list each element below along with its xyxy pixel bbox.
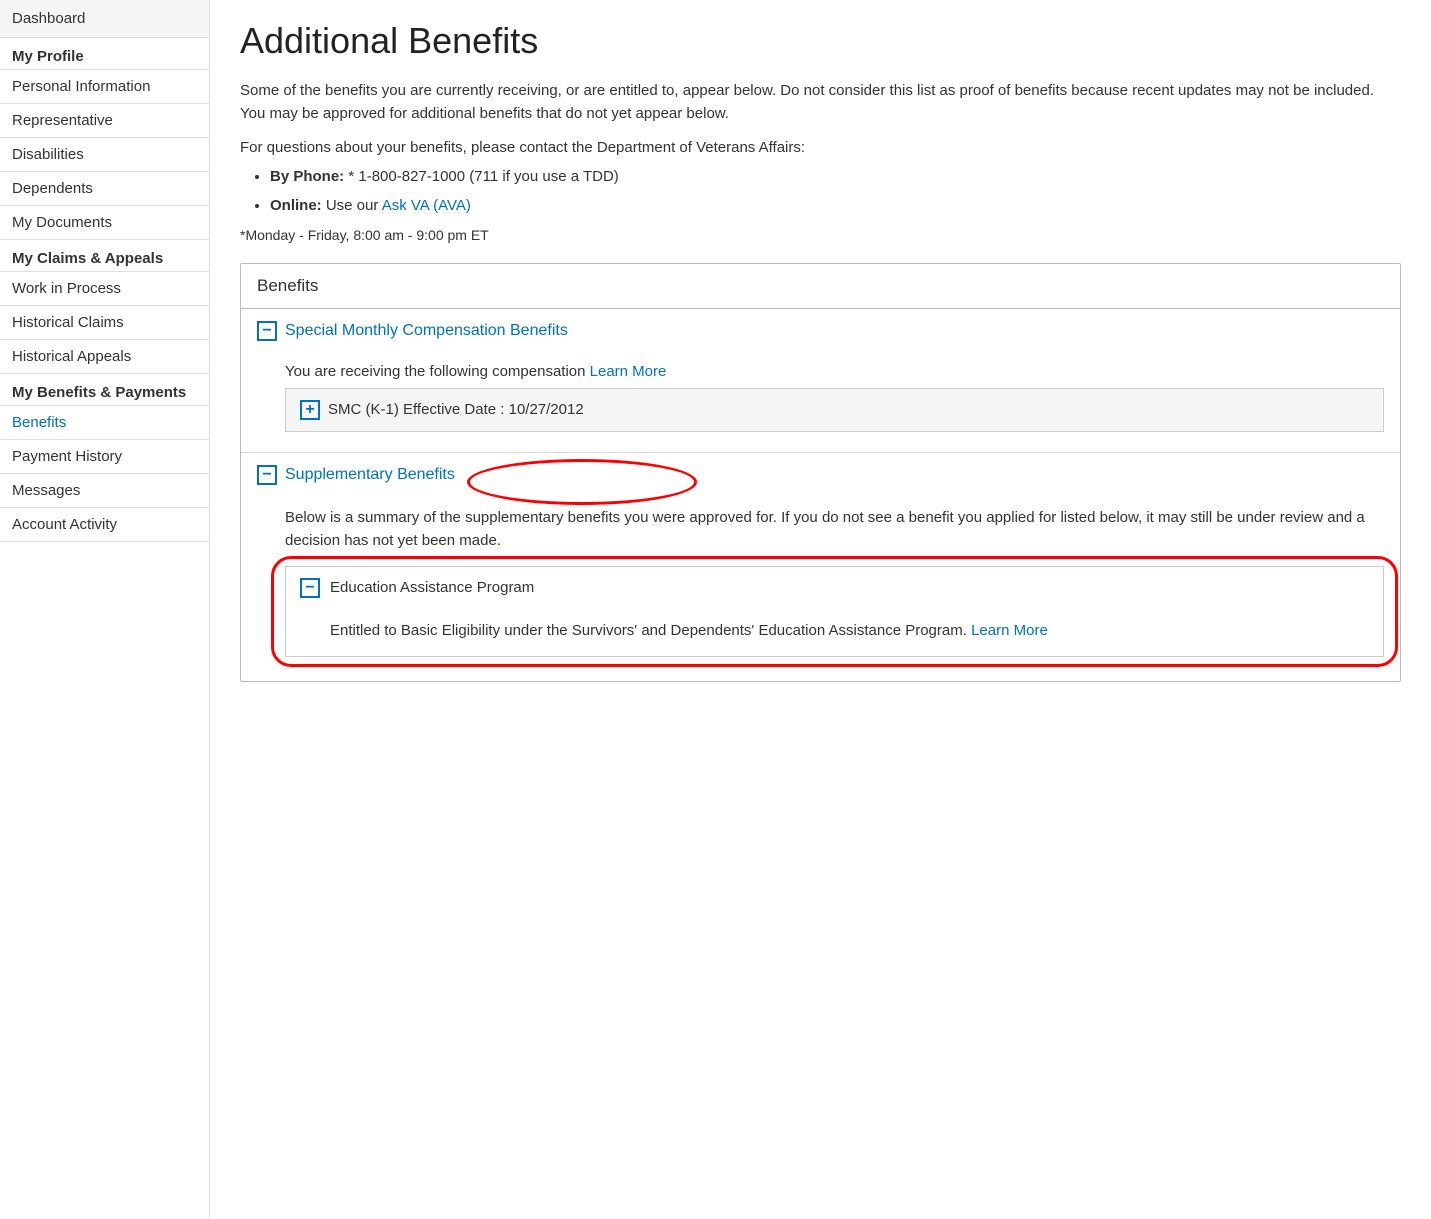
sidebar-item-dashboard[interactable]: Dashboard xyxy=(0,0,209,38)
sidebar: Dashboard My Profile Personal Informatio… xyxy=(0,0,210,1219)
sidebar-item-my-documents[interactable]: My Documents xyxy=(0,206,209,240)
smc-label: SMC (K-1) Effective Date : 10/27/2012 xyxy=(328,399,584,422)
contact-list: By Phone: * 1-800-827-1000 (711 if you u… xyxy=(270,166,1401,217)
toggle-icon-smc[interactable]: + xyxy=(300,400,320,420)
education-assistance-label: Education Assistance Program xyxy=(330,577,534,600)
page-title: Additional Benefits xyxy=(240,20,1401,62)
contact-phone-item: By Phone: * 1-800-827-1000 (711 if you u… xyxy=(270,166,1401,189)
sidebar-item-historical-claims[interactable]: Historical Claims xyxy=(0,306,209,340)
benefits-panel-header: Benefits xyxy=(241,264,1400,309)
ask-va-link[interactable]: Ask VA (AVA) xyxy=(382,197,471,214)
benefits-panel: Benefits − Special Monthly Compensation … xyxy=(240,263,1401,682)
contact-phone-label: By Phone: xyxy=(270,168,344,185)
education-assistance-wrapper: − Education Assistance Program Entitled … xyxy=(285,566,1384,657)
sidebar-item-benefits[interactable]: Benefits xyxy=(0,406,209,440)
main-content: Additional Benefits Some of the benefits… xyxy=(210,0,1431,1219)
sidebar-section-header-claims: My Claims & Appeals xyxy=(0,240,209,272)
toggle-icon-supplementary[interactable]: − xyxy=(257,465,277,485)
sidebar-item-historical-appeals[interactable]: Historical Appeals xyxy=(0,340,209,374)
benefit-section-special-monthly: − Special Monthly Compensation Benefits … xyxy=(241,309,1400,453)
contact-intro: For questions about your benefits, pleas… xyxy=(240,139,1401,156)
benefit-title-supplementary[interactable]: Supplementary Benefits xyxy=(285,466,455,484)
compensation-text: You are receiving the following compensa… xyxy=(285,363,585,380)
sidebar-item-dependents[interactable]: Dependents xyxy=(0,172,209,206)
learn-more-special-monthly[interactable]: Learn More xyxy=(590,363,667,380)
education-body-text: Entitled to Basic Eligibility under the … xyxy=(330,622,967,639)
contact-online-text: Use our xyxy=(326,197,382,214)
benefit-body-special-monthly: You are receiving the following compensa… xyxy=(241,353,1400,452)
sidebar-item-messages[interactable]: Messages xyxy=(0,474,209,508)
benefit-title-special-monthly[interactable]: Special Monthly Compensation Benefits xyxy=(285,322,568,340)
sidebar-section-header-benefits: My Benefits & Payments xyxy=(0,374,209,406)
sidebar-item-representative[interactable]: Representative xyxy=(0,104,209,138)
sidebar-item-disabilities[interactable]: Disabilities xyxy=(0,138,209,172)
benefit-row-supplementary: − Supplementary Benefits xyxy=(241,453,1400,497)
sidebar-item-account-activity[interactable]: Account Activity xyxy=(0,508,209,542)
hours-note: *Monday - Friday, 8:00 am - 9:00 pm ET xyxy=(240,227,1401,243)
intro-paragraph: Some of the benefits you are currently r… xyxy=(240,80,1401,125)
sidebar-item-personal-information[interactable]: Personal Information xyxy=(0,70,209,104)
benefit-body-supplementary: Below is a summary of the supplementary … xyxy=(241,497,1400,681)
supplementary-body-text: Below is a summary of the supplementary … xyxy=(285,507,1384,552)
education-assistance-body: Entitled to Basic Eligibility under the … xyxy=(286,610,1383,657)
sidebar-item-payment-history[interactable]: Payment History xyxy=(0,440,209,474)
contact-online-label: Online: xyxy=(270,197,322,214)
contact-online-item: Online: Use our Ask VA (AVA) xyxy=(270,195,1401,218)
sidebar-item-work-in-process[interactable]: Work in Process xyxy=(0,272,209,306)
benefit-row-special-monthly: − Special Monthly Compensation Benefits xyxy=(241,309,1400,353)
sidebar-section-header-profile: My Profile xyxy=(0,38,209,70)
toggle-icon-special-monthly[interactable]: − xyxy=(257,321,277,341)
education-assistance-header: − Education Assistance Program xyxy=(286,567,1383,610)
toggle-icon-education[interactable]: − xyxy=(300,578,320,598)
education-assistance-box: − Education Assistance Program Entitled … xyxy=(285,566,1384,657)
learn-more-education[interactable]: Learn More xyxy=(971,622,1048,639)
smc-row: + SMC (K-1) Effective Date : 10/27/2012 xyxy=(285,388,1384,433)
contact-phone-number: * 1-800-827-1000 (711 if you use a TDD) xyxy=(348,168,618,185)
benefit-section-supplementary: − Supplementary Benefits Below is a summ… xyxy=(241,453,1400,681)
